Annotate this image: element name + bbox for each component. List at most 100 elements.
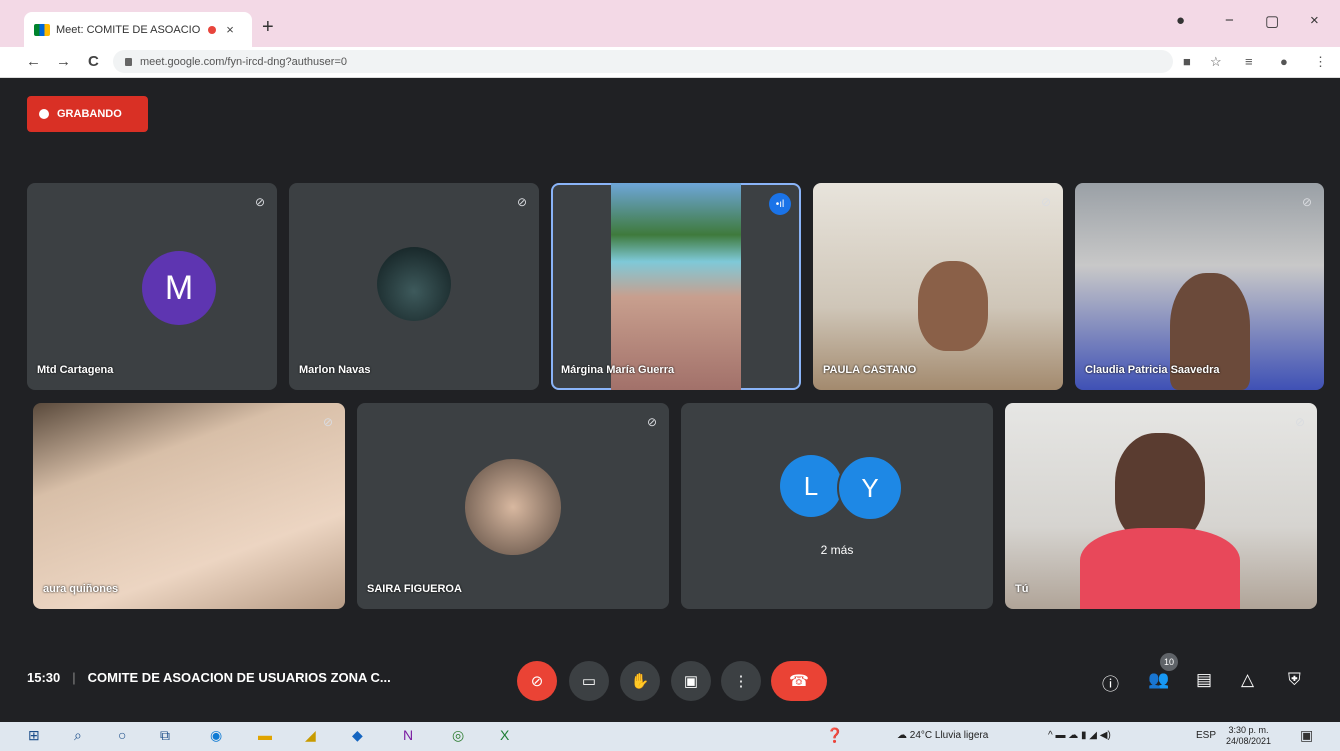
app-icon[interactable]: ◆ bbox=[352, 727, 363, 744]
info-icon: ⓘ bbox=[1102, 675, 1119, 694]
cortana-icon[interactable]: ○ bbox=[118, 727, 126, 743]
excel-icon[interactable]: X bbox=[500, 727, 509, 743]
mic-toggle-button[interactable]: ⊘ bbox=[517, 661, 557, 701]
self-video bbox=[1115, 433, 1205, 543]
edge-icon[interactable]: ◉ bbox=[210, 727, 222, 744]
lock-icon bbox=[125, 57, 132, 66]
tab-close-button[interactable]: × bbox=[226, 22, 234, 37]
tab-title: Meet: COMITE DE ASOACIO bbox=[56, 23, 201, 36]
end-call-button[interactable]: ☎ bbox=[771, 661, 827, 701]
camera-icon: ▭ bbox=[581, 673, 597, 690]
participant-video bbox=[918, 261, 988, 351]
profile-circle-icon[interactable]: ● bbox=[1176, 12, 1185, 29]
hand-icon: ✋ bbox=[630, 673, 650, 690]
browser-tab[interactable]: Meet: COMITE DE ASOACIO × bbox=[24, 12, 252, 47]
url-text: meet.google.com/fyn-ircd-dng?authuser=0 bbox=[140, 55, 347, 68]
people-icon: 👥 bbox=[1148, 670, 1170, 689]
self-video-shirt bbox=[1080, 528, 1240, 609]
meeting-title: COMITE DE ASOACION DE USUARIOS ZONA C... bbox=[87, 670, 391, 685]
mic-off-icon: ⊘ bbox=[1040, 195, 1051, 209]
recording-indicator-icon bbox=[208, 25, 217, 34]
present-screen-icon: ▣ bbox=[683, 673, 699, 690]
reading-list-icon[interactable]: ≡ bbox=[1245, 54, 1253, 69]
clock-time: 3:30 p. m. bbox=[1228, 725, 1269, 735]
camera-indicator-icon[interactable]: ■ bbox=[1183, 54, 1191, 69]
task-view-icon[interactable]: ⧉ bbox=[160, 727, 170, 744]
avatar bbox=[377, 247, 451, 321]
meeting-details-button[interactable]: ⓘ bbox=[1102, 670, 1119, 695]
participant-name: Márgina María Guerra bbox=[561, 364, 675, 376]
restore-button[interactable]: ▢ bbox=[1265, 12, 1279, 30]
tray-icons[interactable]: ^ ▬ ☁ ▮ ◢ ◀) bbox=[1048, 730, 1111, 741]
meeting-time: 15:30 bbox=[27, 670, 61, 685]
mic-off-icon: ⊘ bbox=[254, 195, 265, 209]
help-icon[interactable]: ❓ bbox=[826, 727, 843, 744]
present-button[interactable]: ▣ bbox=[671, 661, 711, 701]
cloud-icon: ☁ bbox=[897, 730, 907, 741]
others-tile[interactable]: L Y 2 más bbox=[681, 403, 993, 609]
close-window-button[interactable]: × bbox=[1310, 12, 1319, 29]
host-controls-button[interactable]: ⛨ bbox=[1288, 670, 1301, 690]
weather-text: 24°C Lluvia ligera bbox=[909, 730, 989, 741]
self-tile[interactable]: ⊘ Tú bbox=[1005, 403, 1317, 609]
windows-start-icon[interactable]: ⊞ bbox=[28, 727, 40, 744]
chat-button[interactable]: ▤ bbox=[1196, 670, 1212, 690]
search-icon[interactable]: ⌕ bbox=[74, 727, 82, 744]
mic-off-icon: ⊘ bbox=[1301, 195, 1312, 209]
browser-toolbar: ← → C meet.google.com/fyn-ircd-dng?authu… bbox=[0, 47, 1340, 78]
chrome-icon[interactable]: ◎ bbox=[452, 727, 464, 744]
app-icon[interactable]: ◢ bbox=[305, 727, 316, 744]
participant-tile-active-speaker[interactable]: •ıl Márgina María Guerra bbox=[551, 183, 801, 390]
participant-tile[interactable]: ⊘ PAULA CASTANO bbox=[813, 183, 1063, 390]
clock-date: 24/08/2021 bbox=[1226, 736, 1272, 746]
mic-off-icon: ⊘ bbox=[322, 415, 333, 429]
browser-menu-icon[interactable]: ⋮ bbox=[1314, 54, 1327, 70]
participant-tile[interactable]: ⊘ aura quiñones bbox=[33, 403, 345, 609]
avatar: L bbox=[780, 455, 842, 517]
more-vert-icon: ⋮ bbox=[733, 673, 749, 690]
system-clock[interactable]: 3:30 p. m. 24/08/2021 bbox=[1226, 725, 1271, 747]
onenote-icon[interactable]: N bbox=[403, 727, 413, 743]
notifications-icon[interactable]: ▣ bbox=[1300, 727, 1313, 744]
back-button[interactable]: ← bbox=[26, 53, 41, 70]
raise-hand-button[interactable]: ✋ bbox=[620, 661, 660, 701]
browser-tab-bar: Meet: COMITE DE ASOACIO × + ● − ▢ × bbox=[0, 0, 1340, 47]
participant-name: Mtd Cartagena bbox=[37, 364, 114, 376]
participant-name: PAULA CASTANO bbox=[823, 364, 917, 376]
record-dot-icon bbox=[39, 109, 49, 119]
weather-widget[interactable]: ☁ 24°C Lluvia ligera bbox=[897, 730, 988, 741]
participant-tile[interactable]: ⊘ SAIRA FIGUEROA bbox=[357, 403, 669, 609]
forward-button[interactable]: → bbox=[56, 53, 71, 70]
meeting-info: 15:30 | COMITE DE ASOACION DE USUARIOS Z… bbox=[27, 670, 391, 685]
participant-video bbox=[611, 183, 741, 390]
participants-button[interactable]: 👥 bbox=[1148, 670, 1169, 690]
activities-icon: △ bbox=[1241, 670, 1255, 689]
more-options-button[interactable]: ⋮ bbox=[721, 661, 761, 701]
recording-label: GRABANDO bbox=[57, 108, 122, 120]
recording-button[interactable]: GRABANDO bbox=[27, 96, 148, 132]
meet-favicon-icon bbox=[34, 23, 50, 36]
participant-tile[interactable]: ⊘ Claudia Patricia Saavedra bbox=[1075, 183, 1324, 390]
reload-button[interactable]: C bbox=[88, 53, 99, 70]
mic-off-icon: ⊘ bbox=[1294, 415, 1305, 429]
activities-button[interactable]: △ bbox=[1241, 670, 1254, 690]
avatar: Y bbox=[837, 455, 903, 521]
participant-tile[interactable]: ⊘ M Mtd Cartagena bbox=[27, 183, 277, 390]
file-explorer-icon[interactable]: ▬ bbox=[258, 727, 272, 743]
chat-icon: ▤ bbox=[1196, 670, 1213, 689]
bookmark-star-icon[interactable]: ☆ bbox=[1210, 54, 1222, 70]
camera-toggle-button[interactable]: ▭ bbox=[569, 661, 609, 701]
language-indicator[interactable]: ESP bbox=[1196, 730, 1216, 741]
new-tab-button[interactable]: + bbox=[262, 16, 274, 39]
windows-taskbar: ⊞ ⌕ ○ ⧉ ◉ ▬ ◢ ◆ N ◎ X ❓ ☁ 24°C Lluvia li… bbox=[0, 722, 1340, 751]
participant-name: SAIRA FIGUEROA bbox=[367, 583, 462, 595]
avatar bbox=[465, 459, 561, 555]
profile-avatar-icon[interactable]: ● bbox=[1280, 54, 1288, 69]
minimize-button[interactable]: − bbox=[1225, 12, 1234, 29]
address-bar[interactable]: meet.google.com/fyn-ircd-dng?authuser=0 bbox=[113, 50, 1173, 73]
shield-icon: ⛨ bbox=[1288, 670, 1301, 689]
avatar: M bbox=[142, 251, 216, 325]
participant-tile[interactable]: ⊘ Marlon Navas bbox=[289, 183, 539, 390]
separator: | bbox=[72, 670, 76, 685]
mic-off-icon: ⊘ bbox=[646, 415, 657, 429]
